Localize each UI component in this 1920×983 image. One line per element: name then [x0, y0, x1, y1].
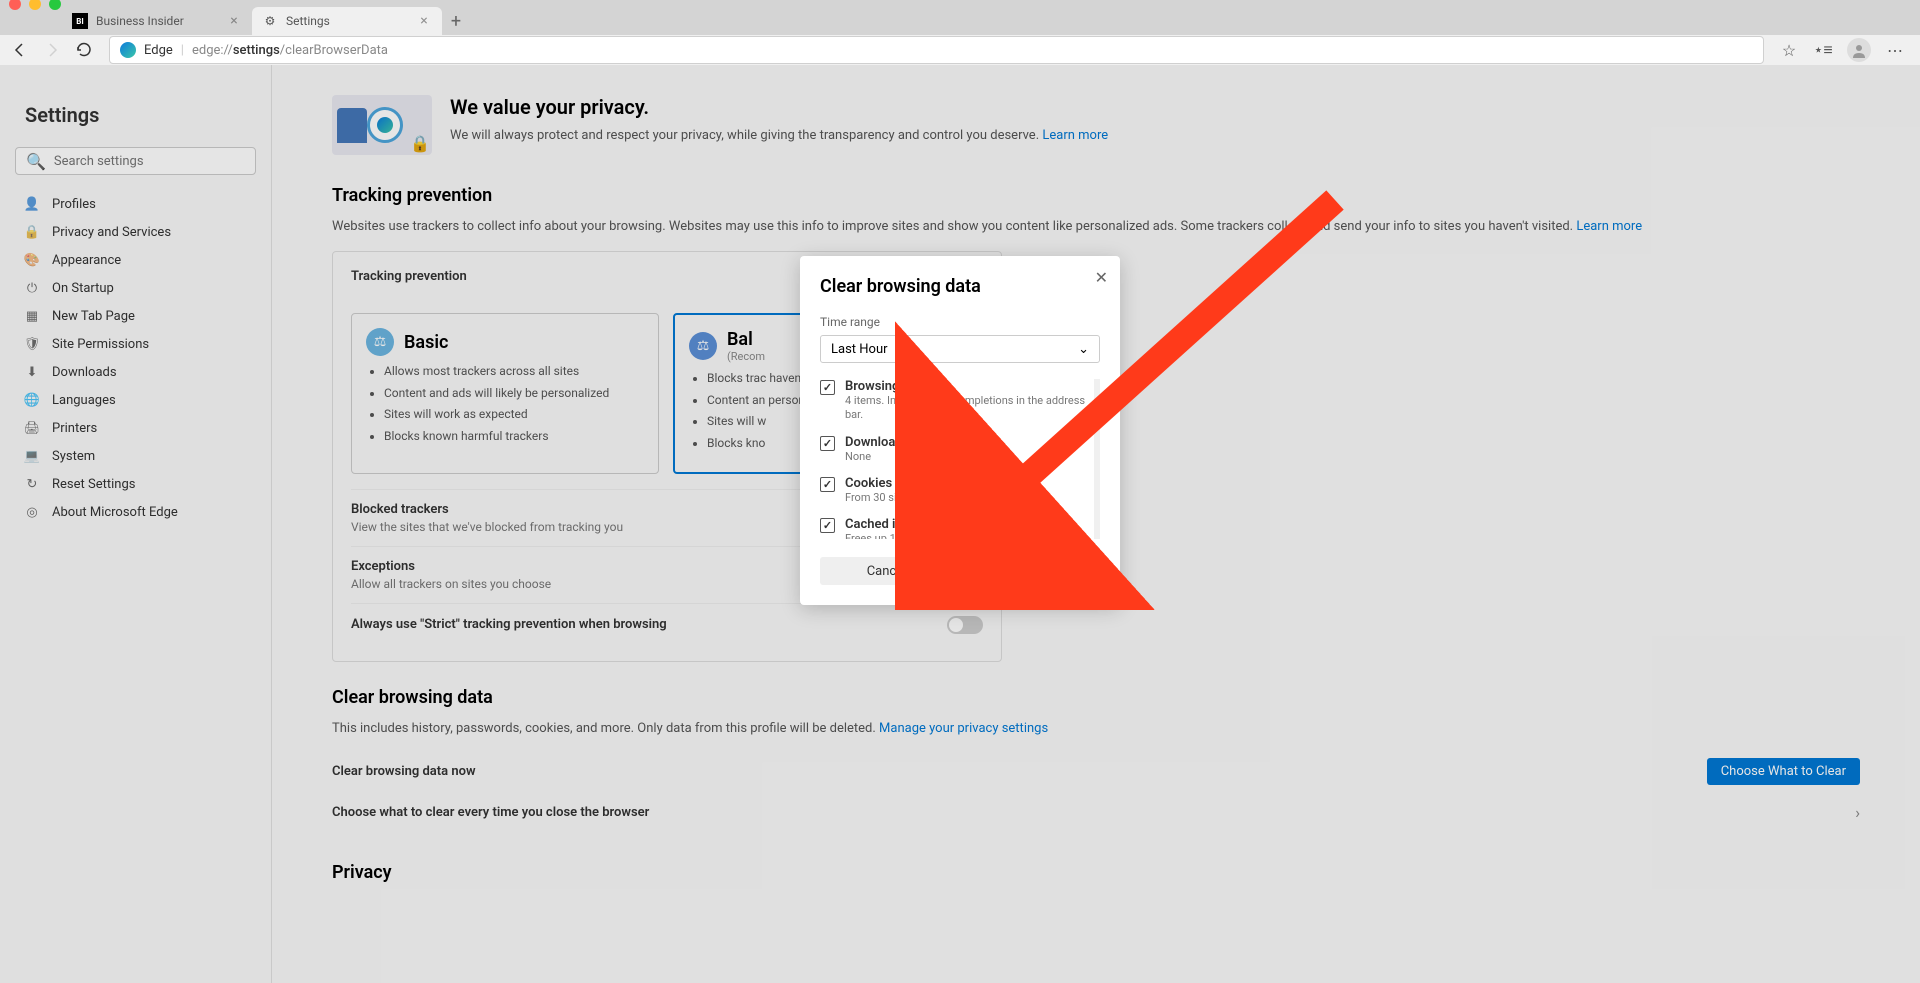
tab-settings[interactable]: ⚙ Settings ×: [252, 7, 442, 35]
tab-title: Business Insider: [96, 14, 184, 28]
tab-title: Settings: [286, 14, 330, 28]
minimize-window[interactable]: [29, 0, 41, 10]
close-window[interactable]: [9, 0, 21, 10]
clear-now-button[interactable]: Clear Now: [961, 557, 1100, 585]
tab-bar: BI Business Insider × ⚙ Settings × +: [0, 5, 1920, 35]
modal-title: Clear browsing data: [820, 276, 1100, 297]
cancel-button[interactable]: Cancel: [820, 557, 953, 585]
favorite-icon[interactable]: ☆: [1779, 40, 1799, 60]
chevron-down-icon: ⌄: [1078, 342, 1089, 357]
checkbox[interactable]: [820, 436, 835, 451]
close-tab-icon[interactable]: ×: [226, 13, 242, 29]
time-range-select[interactable]: Last Hour ⌄: [820, 335, 1100, 363]
profile-avatar[interactable]: [1847, 38, 1871, 62]
checkbox[interactable]: [820, 518, 835, 533]
more-icon[interactable]: ⋯: [1885, 40, 1905, 60]
bi-favicon: BI: [72, 13, 88, 29]
close-modal-icon[interactable]: ✕: [1095, 268, 1108, 287]
check-item[interactable]: Download historyNone: [820, 435, 1090, 464]
edge-icon: [120, 42, 136, 58]
forward-button[interactable]: [42, 40, 62, 60]
check-item[interactable]: Cached images and filesFrees up 15.1 MB.…: [820, 517, 1090, 539]
clear-browsing-modal: ✕ Clear browsing data Time range Last Ho…: [800, 256, 1120, 605]
address-bar[interactable]: Edge | edge://settings/clearBrowserData: [109, 36, 1764, 64]
close-tab-icon[interactable]: ×: [416, 13, 432, 29]
gear-icon: ⚙: [262, 13, 278, 29]
maximize-window[interactable]: [49, 0, 61, 10]
checkbox[interactable]: [820, 477, 835, 492]
checkbox[interactable]: [820, 380, 835, 395]
check-item[interactable]: Browsing history4 items. Includes autoco…: [820, 379, 1090, 423]
back-button[interactable]: [10, 40, 30, 60]
check-item[interactable]: Cookies and other site dataFrom 30 sites…: [820, 476, 1090, 505]
tab-business-insider[interactable]: BI Business Insider ×: [62, 7, 252, 35]
time-range-label: Time range: [820, 315, 1100, 329]
refresh-button[interactable]: [74, 40, 94, 60]
url-protocol: Edge: [144, 43, 173, 58]
favorites-list-icon[interactable]: ⋆≡: [1813, 40, 1833, 60]
new-tab-button[interactable]: +: [442, 7, 470, 35]
toolbar: Edge | edge://settings/clearBrowserData …: [0, 35, 1920, 65]
